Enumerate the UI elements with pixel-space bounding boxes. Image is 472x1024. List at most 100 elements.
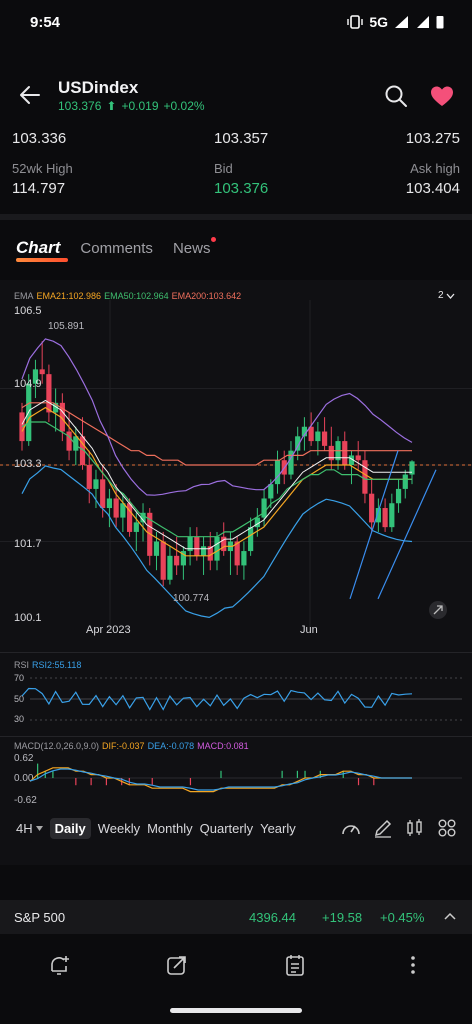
week52-high-label: 52wk High <box>12 161 73 176</box>
favorite-heart-icon[interactable] <box>430 85 454 107</box>
period-weekly[interactable]: Weekly <box>98 821 140 836</box>
candle-body <box>315 431 321 442</box>
news-badge-dot <box>211 236 217 242</box>
candle-body <box>106 498 113 509</box>
candle-body <box>382 508 388 528</box>
last-price: 103.376 <box>58 99 102 113</box>
rsi-value: RSI2:55.118 <box>32 660 82 670</box>
candle-type-icon[interactable] <box>405 818 425 838</box>
price-change: +0.019 <box>121 99 159 113</box>
caret-down-icon <box>35 826 43 831</box>
rsi-legend: RSI RSI2:55.118 <box>14 660 81 670</box>
price-change-row: 103.376 ⬆ +0.019 +0.02% <box>58 99 205 113</box>
add-alert-bell-icon[interactable] <box>47 953 71 977</box>
candle-body <box>113 498 119 518</box>
candle-body <box>389 503 395 528</box>
tab-news-label: News <box>172 239 211 257</box>
candle-body <box>174 555 180 566</box>
status-icons: 5G <box>347 14 444 30</box>
candle-body <box>126 503 133 532</box>
wifi-icon <box>417 16 429 28</box>
period-toolbar: 4H Daily Weekly Monthly Quarterly Yearly <box>16 818 296 839</box>
bid-value: 103.376 <box>214 180 269 197</box>
x-tick-apr: Apr 2023 <box>86 624 131 636</box>
notes-icon[interactable] <box>283 953 307 977</box>
section-divider <box>0 214 472 220</box>
vibrate-icon <box>347 15 364 29</box>
rsi-label: RSI <box>14 660 30 670</box>
back-arrow-icon[interactable] <box>18 84 42 106</box>
candle-body <box>355 455 361 461</box>
period-daily[interactable]: Daily <box>49 818 91 839</box>
draw-pencil-icon[interactable] <box>373 818 393 838</box>
rsi-divider <box>0 652 472 653</box>
chevron-down-icon <box>446 293 455 299</box>
search-icon[interactable] <box>384 84 408 108</box>
period-yearly[interactable]: Yearly <box>260 821 296 836</box>
candle-body <box>100 479 106 509</box>
tab-chart[interactable]: Chart <box>16 238 69 262</box>
gauge-icon[interactable] <box>341 819 361 837</box>
candle-body <box>248 527 254 552</box>
symbol-title: USDindex <box>58 78 139 97</box>
candle-body <box>93 479 99 489</box>
rsi-chart[interactable] <box>0 670 472 730</box>
candle-body <box>321 431 328 446</box>
candle-body <box>261 498 267 518</box>
macd-value: MACD:0.081 <box>197 741 249 751</box>
y-tick-3: 101.7 <box>14 538 42 550</box>
index-price: 4396.44 <box>249 909 296 925</box>
macd-legend: MACD(12.0,26.0,9.0) DIF:-0.037 DEA:-0.07… <box>14 741 249 751</box>
high-value: 103.357 <box>214 130 269 147</box>
signal-icon <box>395 16 408 28</box>
candle-body <box>369 493 375 523</box>
macd-dea: DEA:-0.078 <box>147 741 195 751</box>
period-monthly[interactable]: Monthly <box>147 821 193 836</box>
price-chart[interactable] <box>0 300 472 640</box>
candle-body <box>39 369 45 375</box>
bollinger-upper <box>21 338 413 496</box>
fullscreen-icon[interactable] <box>428 600 448 620</box>
x-tick-jun: Jun <box>300 624 318 636</box>
macd-divider <box>0 736 472 737</box>
macd-dif: DIF:-0.037 <box>102 741 145 751</box>
ask-label: Ask high <box>410 161 460 176</box>
candle-body <box>395 488 402 504</box>
candle-body <box>153 541 160 556</box>
candle-body <box>214 536 220 561</box>
grid-menu-icon[interactable] <box>438 819 456 837</box>
y-tick-2: 103.3 <box>14 458 42 470</box>
price-change-pct: +0.02% <box>163 99 205 113</box>
low-annotation: 100.774 <box>173 593 210 604</box>
candle-body <box>66 431 72 451</box>
content-tabs: Chart Comments News <box>16 236 217 262</box>
y-tick-0: 106.5 <box>14 305 42 317</box>
up-arrow-icon: ⬆ <box>106 99 117 113</box>
candle-body <box>268 484 274 499</box>
share-icon[interactable] <box>165 953 189 977</box>
interval-dropdown[interactable]: 4H <box>16 821 43 836</box>
low-value: 103.275 <box>405 130 460 147</box>
interval-label: 4H <box>16 821 33 836</box>
bid-label: Bid <box>214 161 233 176</box>
macd-chart[interactable] <box>0 752 472 808</box>
period-quarterly[interactable]: Quarterly <box>200 821 253 836</box>
more-options-icon[interactable] <box>401 953 425 977</box>
battery-icon <box>436 16 444 29</box>
chevron-up-icon[interactable] <box>444 912 456 920</box>
candle-body <box>200 546 207 556</box>
candle-body <box>167 555 173 580</box>
candle-body <box>194 536 200 556</box>
macd-label: MACD(12.0,26.0,9.0) <box>14 741 100 751</box>
y-tick-1: 104.9 <box>14 378 42 390</box>
high-annotation: 105.891 <box>48 321 85 332</box>
week52-high-value: 114.797 <box>12 180 66 197</box>
index-ticker-bar[interactable]: S&P 500 4396.44 +19.58 +0.45% <box>0 900 472 934</box>
tab-news[interactable]: News <box>172 236 217 257</box>
candle-body <box>362 460 368 494</box>
trendline-2 <box>377 469 437 600</box>
candle-body <box>402 474 408 489</box>
candle-body <box>342 441 348 465</box>
tab-comments[interactable]: Comments <box>80 240 153 257</box>
index-change: +19.58 <box>322 909 363 925</box>
